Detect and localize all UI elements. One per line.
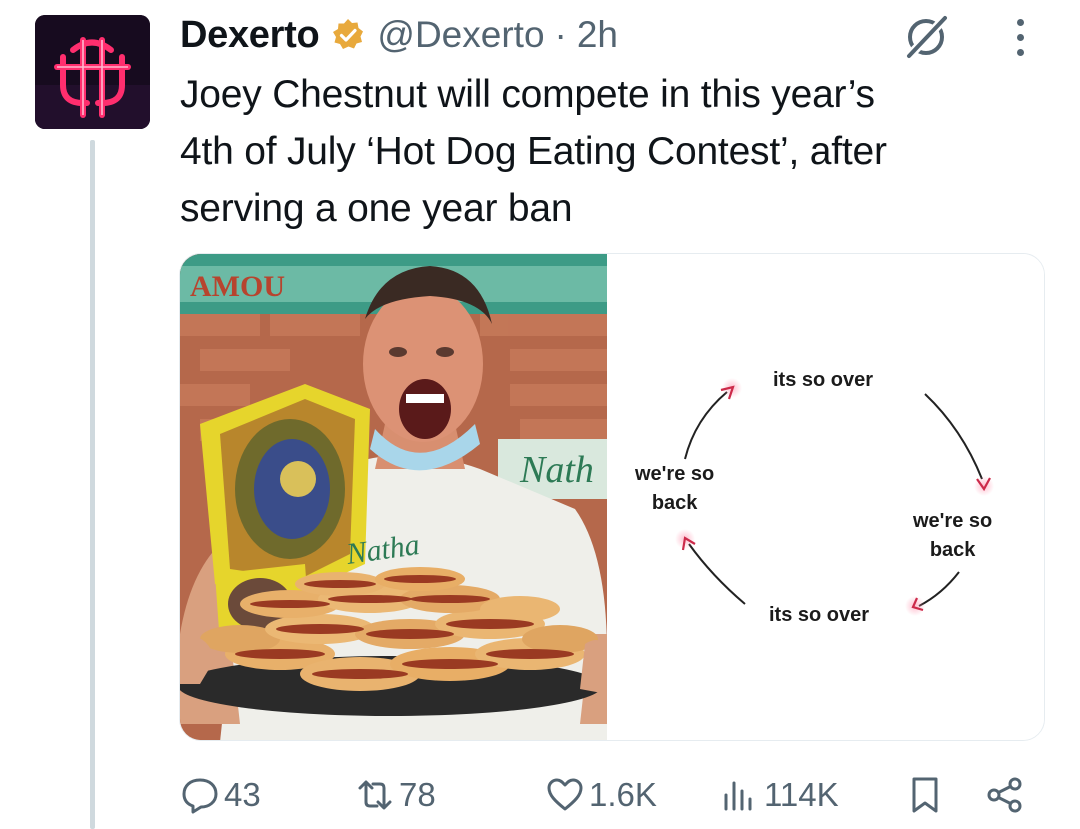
timestamp[interactable]: 2h [577,14,618,56]
media-photo-champion[interactable]: AMOU Nath Natha [180,254,607,740]
like-count: 1.6K [589,776,657,813]
repost-button[interactable]: 78 [355,765,436,825]
media-grid: AMOU Nath Natha its so over we're so bac… [179,253,1045,741]
more-dot [1016,18,1024,26]
reply-icon [180,775,220,815]
share-button[interactable] [985,765,1025,825]
bookmark-icon [905,775,945,815]
reply-button[interactable]: 43 [180,765,261,825]
separator-dot: · [554,14,567,55]
tweet-text-line: serving a one year ban [180,187,573,230]
author-avatar[interactable] [35,15,150,129]
media-meme-cycle[interactable]: its so over we're so back its so over we… [617,254,1044,740]
meme-label-left-line2: back [651,492,698,514]
reply-count: 43 [224,776,261,813]
svg-text:Nath: Nath [519,449,594,491]
meme-label-bottom: its so over [769,604,870,626]
meme-label-right-line2: back [929,539,976,561]
more-icon[interactable] [1005,12,1035,62]
author-handle[interactable]: @Dexerto [377,14,544,56]
meme-label-left: we're so back [635,460,714,518]
grok-icon[interactable] [900,10,952,62]
repost-icon [355,775,395,815]
author-name[interactable]: Dexerto [180,14,320,57]
meme-label-right: we're so back [913,507,992,565]
tweet-header: Dexerto @Dexerto · 2h [180,10,618,60]
tweet-text-line: Joey Chestnut will compete in this year’… [180,73,875,116]
views-count: 114K [764,776,839,813]
svg-text:AMOU: AMOU [190,270,285,303]
bookmark-button[interactable] [905,765,945,825]
more-dot [1016,33,1024,41]
share-icon [985,775,1025,815]
verified-badge-icon[interactable] [331,18,365,52]
like-button[interactable]: 1.6K [545,765,657,825]
tweet-text-line: 4th of July ‘Hot Dog Eating Contest’, af… [180,130,887,173]
more-dot [1016,48,1024,56]
thread-line [90,140,95,829]
meme-label-left-line1: we're so [635,463,715,485]
views-icon [720,775,760,815]
action-bar: 43 78 1.6K 114K [0,765,1080,825]
repost-count: 78 [399,776,436,813]
tweet-text: Joey Chestnut will compete in this year’… [180,66,1020,237]
like-icon [545,775,585,815]
views-button[interactable]: 114K [720,765,839,825]
meme-label-right-line1: we're so [913,510,993,532]
meme-label-top: its so over [773,369,874,391]
